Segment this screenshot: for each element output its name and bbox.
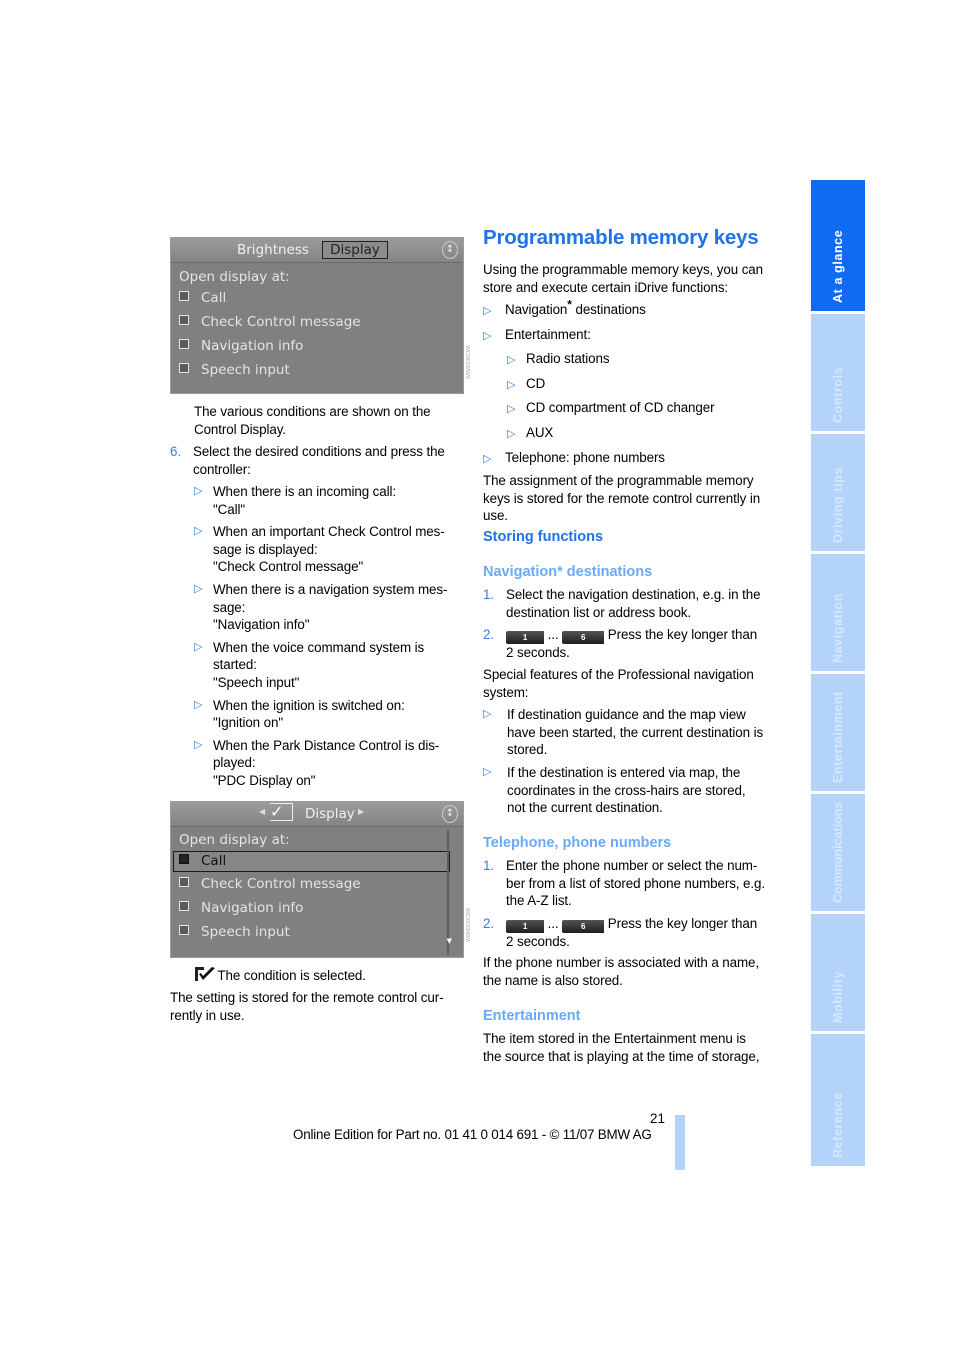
navigation-steps: 1. Select the navigation destination, e.g… — [483, 586, 783, 662]
list-item: ▷ If destination guidance and the map vie… — [483, 707, 764, 758]
triangle-bullet-icon: ▷ — [483, 329, 492, 342]
paragraph-setting-stored: The setting is stored for the remote con… — [170, 990, 444, 1023]
telephone-steps: 1. Enter the phone number or select the n… — [483, 857, 783, 990]
screen-tab-display-selected: Display — [322, 241, 388, 259]
tab-driving-tips[interactable]: Driving tips — [811, 434, 865, 551]
list-item: ▷ When there is a navigation system mes-s… — [194, 581, 448, 633]
condition-bullets: ▷ When there is an incoming call: "Call" ▷… — [194, 483, 469, 795]
function-list: ▷ Navigation* destinations ▷ Entertainment… — [483, 299, 783, 525]
intro-paragraph: Using the programmable memory keys, you … — [483, 262, 763, 295]
memory-key-1: 1 — [506, 631, 544, 645]
screen-header: ◀ ✓ Display ▶ ↕ — [171, 802, 463, 827]
list-item: ▷ If the destination is entered via map, … — [483, 764, 746, 816]
entertainment-paragraph: The item stored in the Entertainment men… — [483, 1031, 760, 1064]
list-item: ▷ Telephone: phone numbers — [483, 449, 783, 469]
memory-key-6: 6 — [562, 631, 605, 645]
triangle-bullet-icon: ▷ — [483, 305, 492, 317]
checkbox-icon — [179, 291, 189, 301]
screen-heading: Open display at: — [179, 269, 290, 285]
screen-option: Speech input — [179, 924, 290, 940]
special-features: Special features of the Professional nav… — [483, 666, 783, 817]
control-display-screenshot-brightness: Brightness Display ↕ Open display at: Ca… — [170, 237, 464, 394]
triangle-bullet-icon: ▷ — [483, 452, 492, 465]
page-marker-bar — [675, 1115, 685, 1170]
tab-controls[interactable]: Controls — [811, 314, 865, 431]
list-item: ▷ Entertainment: — [483, 326, 783, 346]
screen-title: Display — [305, 806, 355, 822]
paragraph-conditions: The various conditions are shown on the … — [194, 404, 431, 437]
screen-option: Check Control message — [179, 876, 361, 892]
sub-list: ▷ Radio stations ▷ CD ▷ CD compartment of C… — [483, 350, 783, 443]
screen-heading: Open display at: — [179, 832, 290, 848]
step-item: 1. Enter the phone number or select the n… — [483, 858, 765, 909]
legend-selected: The condition is selected. — [194, 966, 464, 985]
checkbox-icon — [179, 925, 189, 935]
checkbox-checked-icon — [179, 854, 189, 864]
triangle-bullet-icon: ▷ — [507, 403, 516, 416]
checkbox-icon — [179, 363, 189, 373]
step-item: 1. Select the navigation destination, e.g… — [483, 587, 761, 620]
assignment-paragraph: The assignment of the programmable memor… — [483, 473, 761, 524]
list-item: ▷ CD — [507, 375, 783, 395]
step-item: 2. 1 ... 6 Press the key longer than 2 s… — [483, 627, 758, 661]
footer-edition: Online Edition for Part no. 01 41 0 014 … — [293, 1127, 652, 1142]
screen-tab-brightness: Brightness — [237, 242, 309, 258]
figure-code: W8M0338CMA — [466, 345, 472, 379]
list-item: ▷ Navigation* destinations — [483, 299, 783, 321]
subheading-telephone: Telephone, phone numbers — [483, 835, 672, 851]
checkbox-icon — [179, 877, 189, 887]
screen-option: Check Control message — [179, 314, 361, 330]
checkbox-icon — [179, 901, 189, 911]
arrow-right-icon: ▶ — [358, 807, 365, 816]
tab-communications[interactable]: Communications — [811, 794, 865, 911]
tab-navigation[interactable]: Navigation — [811, 554, 865, 671]
tab-entertainment[interactable]: Entertainment — [811, 674, 865, 791]
tab-at-a-glance[interactable]: At a glance — [811, 180, 865, 311]
memory-key-6: 6 — [562, 919, 605, 933]
info-knob-icon: ↕ — [442, 805, 458, 823]
page-title: Programmable memory keys — [483, 226, 759, 249]
screen-option-selected: Call — [179, 853, 226, 869]
list-item: ▷ When the voice command system is started… — [194, 639, 425, 690]
step-number: 6. — [170, 444, 181, 459]
checkbox-icon — [179, 315, 189, 325]
info-knob-icon: ↕ — [442, 241, 458, 259]
control-display-screenshot-display: ◀ ✓ Display ▶ ↕ Open display at: Call Ch… — [170, 801, 464, 958]
step-item: 2. 1 ... 6 Press the key longer than 2 s… — [483, 915, 758, 949]
triangle-bullet-icon: ▷ — [507, 378, 516, 391]
triangle-bullet-icon: ▷ — [507, 427, 516, 440]
list-item: ▷ When an important Check Control mes-sag… — [194, 524, 445, 575]
triangle-bullet-icon: ▷ — [483, 708, 492, 721]
list-item: ▷ CD compartment of CD changer — [507, 399, 783, 419]
list-item: ▷ AUX — [507, 424, 783, 444]
screen-option: Call — [179, 290, 226, 306]
screen-header: Brightness Display ↕ — [171, 238, 463, 263]
arrow-left-icon: ◀ — [259, 807, 266, 816]
checkmark-selected-icon — [194, 966, 215, 981]
tab-reference[interactable]: Reference — [811, 1034, 865, 1166]
triangle-bullet-icon: ▷ — [483, 765, 492, 778]
subheading-entertainment: Entertainment — [483, 1008, 581, 1024]
screen-option: Navigation info — [179, 900, 303, 916]
list-item: ▷ When the ignition is switched on: "Ignit… — [194, 697, 405, 731]
list-item: ▷ Radio stations — [507, 350, 783, 370]
screen-option: Navigation info — [179, 338, 303, 354]
figure-code: W8M0339CMA — [466, 908, 472, 942]
subheading-navigation: Navigation* destinations — [483, 564, 653, 580]
triangle-bullet-icon: ▷ — [507, 354, 516, 367]
section-heading-storing: Storing functions — [483, 529, 604, 545]
tab-mobility[interactable]: Mobility — [811, 914, 865, 1031]
checkmark-box-icon: ✓ — [270, 803, 293, 821]
page-number: 21 — [650, 1111, 665, 1126]
scroll-down-icon: ▼ — [446, 937, 452, 945]
memory-key-1: 1 — [506, 919, 544, 933]
step-6: 6. Select the desired conditions and pres… — [170, 444, 445, 477]
list-item: ▷ When there is an incoming call: "Call" — [194, 484, 396, 517]
phone-note: If the phone number is associated with a… — [483, 955, 760, 988]
screen-option: Speech input — [179, 362, 290, 378]
checkbox-icon — [179, 339, 189, 349]
list-item: ▷ When the Park Distance Control is dis-p… — [194, 737, 440, 788]
